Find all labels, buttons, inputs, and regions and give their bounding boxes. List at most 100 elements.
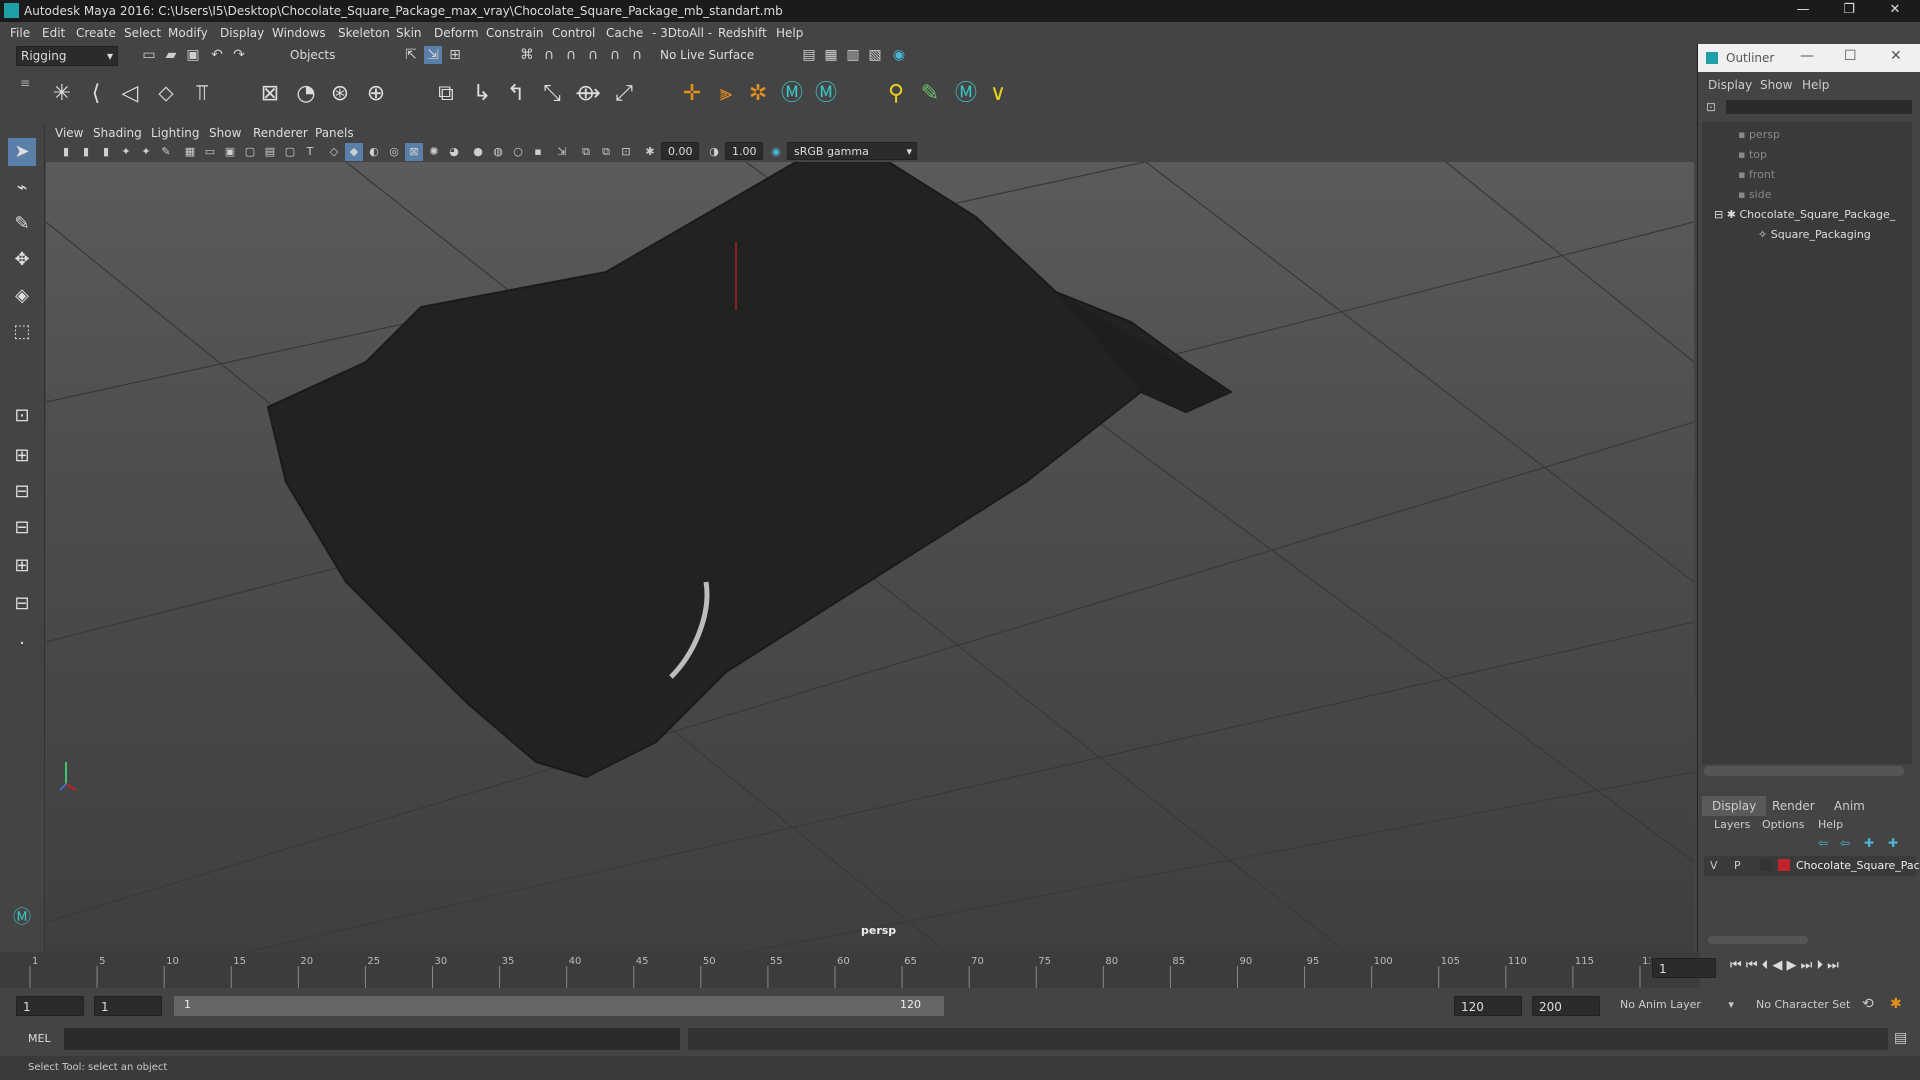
menu-control[interactable]: Control — [552, 26, 595, 40]
mel-label[interactable]: MEL — [28, 1032, 51, 1045]
bind-skin-icon[interactable]: ⊠ — [254, 78, 286, 110]
select-hierarchy-icon[interactable]: ⇱ — [402, 46, 420, 64]
aim-constraint-icon[interactable]: ⫸ — [710, 78, 742, 110]
play-backward-icon[interactable]: ◀ — [1772, 958, 1782, 973]
close-button[interactable]: ✕ — [1872, 0, 1918, 22]
motion-blur-icon[interactable]: ◕ — [445, 143, 463, 161]
cluster-icon[interactable]: ↳ — [466, 78, 498, 110]
layers-menu-layers[interactable]: Layers — [1714, 818, 1750, 831]
lasso-tool-icon[interactable]: ⌁ — [8, 174, 36, 202]
step-forward-key-icon[interactable]: ⏭ — [1801, 958, 1813, 973]
joint-tool-icon[interactable]: ✳ — [46, 78, 78, 110]
smooth-shade-icon[interactable]: ◆ — [345, 143, 363, 161]
ipr-render-icon[interactable]: ▥ — [844, 46, 862, 64]
bend-icon[interactable]: ↰ — [500, 78, 532, 110]
menu-constrain[interactable]: Constrain — [486, 26, 544, 40]
restore-button[interactable]: ❐ — [1826, 0, 1872, 22]
orient-joint-icon[interactable]: ⫪ — [186, 78, 218, 110]
sculpt-icon[interactable]: ⤡ — [536, 78, 568, 110]
undo-icon[interactable]: ↶ — [208, 46, 226, 64]
2d-pan-icon[interactable]: ✦ — [137, 143, 155, 161]
resolution-gate-icon[interactable]: ▣ — [221, 143, 239, 161]
hik-icon[interactable]: Ⓜ — [776, 78, 808, 110]
menu-edit[interactable]: Edit — [42, 26, 65, 40]
viewport-persp[interactable]: persp — [46, 162, 1694, 952]
snap-view-icon[interactable]: ∩ — [584, 46, 602, 64]
menu-skeleton[interactable]: Skeleton — [338, 26, 390, 40]
menu-cache[interactable]: Cache — [606, 26, 643, 40]
menu-windows[interactable]: Windows — [272, 26, 326, 40]
outliner-maximize-icon[interactable]: ☐ — [1844, 48, 1857, 64]
mel-input[interactable] — [64, 1028, 680, 1050]
snap-surface-icon[interactable]: ∩ — [606, 46, 624, 64]
tab-render[interactable]: Render — [1762, 796, 1825, 816]
orient-constraint-icon[interactable]: ✲ — [742, 78, 774, 110]
menu-display[interactable]: Display — [220, 26, 264, 40]
time-slider[interactable]: 1 5 10 15 20 25 30 35 40 45 50 55 60 65 70 75 80 85 90 95 10… — [0, 952, 1716, 988]
menu-skin[interactable]: Skin — [396, 26, 422, 40]
save-scene-icon[interactable]: ▣ — [184, 46, 202, 64]
snap-grid-icon[interactable]: ⌘ — [518, 46, 536, 64]
gamma-icon[interactable]: ◑ — [705, 143, 723, 161]
auto-key-icon[interactable]: ⟲ — [1862, 996, 1874, 1012]
tab-display[interactable]: Display — [1702, 796, 1767, 816]
rotate-tool-icon[interactable]: ◈ — [8, 282, 36, 310]
paint-select-icon[interactable]: ✎ — [8, 210, 36, 238]
image-plane-icon[interactable]: ✦ — [117, 143, 135, 161]
gamma-field[interactable]: 1.00 — [725, 142, 763, 160]
safe-title-icon[interactable]: T — [301, 143, 319, 161]
layer-move-up-icon[interactable]: ⇦ — [1818, 836, 1828, 850]
live-surface-label[interactable]: No Live Surface — [660, 48, 754, 62]
menu-create[interactable]: Create — [76, 26, 116, 40]
outliner-layout-icon[interactable]: ⊟ — [8, 478, 36, 506]
hik-char-icon[interactable]: Ⓜ — [810, 78, 842, 110]
single-view-icon[interactable]: ⊡ — [8, 402, 36, 430]
frame-selected-icon[interactable]: ⧉ — [597, 143, 615, 161]
color-space-dropdown[interactable]: sRGB gamma ▾ — [787, 142, 917, 160]
menuset-dropdown[interactable]: Rigging ▾ — [16, 46, 118, 66]
menu-help[interactable]: Help — [776, 26, 803, 40]
shelf-menu-icon[interactable]: ≡ — [20, 76, 30, 90]
tab-anim[interactable]: Anim — [1824, 796, 1875, 816]
minimize-button[interactable]: — — [1780, 0, 1826, 22]
graph-layout-icon[interactable]: ⊟ — [8, 514, 36, 542]
ik-handle-icon[interactable]: ⟨ — [80, 78, 112, 110]
select-object-icon[interactable]: ⇲ — [424, 46, 442, 64]
animation-end-field[interactable]: 200 — [1532, 996, 1600, 1016]
menu-modify[interactable]: Modify — [168, 26, 208, 40]
outliner-close-icon[interactable]: ✕ — [1890, 48, 1902, 64]
current-frame-field[interactable]: 1 — [1652, 958, 1716, 978]
outliner-item-side[interactable]: ▪ side — [1738, 188, 1772, 201]
layer-move-down-icon[interactable]: ⇦ — [1840, 836, 1850, 850]
outliner-item-top[interactable]: ▪ top — [1738, 148, 1767, 161]
panel-menu-renderer[interactable]: Renderer — [253, 126, 308, 140]
snap-live-icon[interactable]: ∩ — [628, 46, 646, 64]
toolbox-more-icon[interactable]: · — [8, 630, 36, 658]
layers-menu-options[interactable]: Options — [1762, 818, 1804, 831]
lighting-icon[interactable]: ◐ — [365, 143, 383, 161]
panel-menu-panels[interactable]: Panels — [315, 126, 354, 140]
outliner-search-input[interactable] — [1726, 100, 1912, 114]
step-back-key-icon[interactable]: ⏮ — [1746, 958, 1758, 973]
persp-graph-icon[interactable]: ⊞ — [8, 552, 36, 580]
outliner-item-persp[interactable]: ▪ persp — [1738, 128, 1780, 141]
tumble-icon[interactable]: ⊡ — [617, 143, 635, 161]
exposure-icon[interactable]: ✱ — [641, 143, 659, 161]
anim-layer-dropdown[interactable]: No Anim Layer ▾ — [1620, 998, 1734, 1011]
redo-icon[interactable]: ↷ — [230, 46, 248, 64]
layer-visibility-toggle[interactable]: V — [1710, 859, 1718, 872]
selection-mode-label[interactable]: Objects — [290, 48, 335, 62]
grease-pencil-icon[interactable]: ✎ — [157, 143, 175, 161]
camera-attr-icon[interactable]: ▮ — [77, 143, 95, 161]
interactive-bind-icon[interactable]: ◔ — [290, 78, 322, 110]
render-view-icon[interactable]: ▧ — [866, 46, 884, 64]
new-scene-icon[interactable]: ▭ — [140, 46, 158, 64]
snap-curve-icon[interactable]: ∩ — [540, 46, 558, 64]
layer-playback-toggle[interactable]: P — [1734, 859, 1741, 872]
open-scene-icon[interactable]: ▰ — [162, 46, 180, 64]
four-view-icon[interactable]: ⊞ — [8, 442, 36, 470]
outliner-filter-icon[interactable]: ⊡ — [1706, 100, 1720, 114]
menu-deform[interactable]: Deform — [434, 26, 479, 40]
xray-icon[interactable]: ⊠ — [405, 143, 423, 161]
field-chart-icon[interactable]: ▤ — [261, 143, 279, 161]
